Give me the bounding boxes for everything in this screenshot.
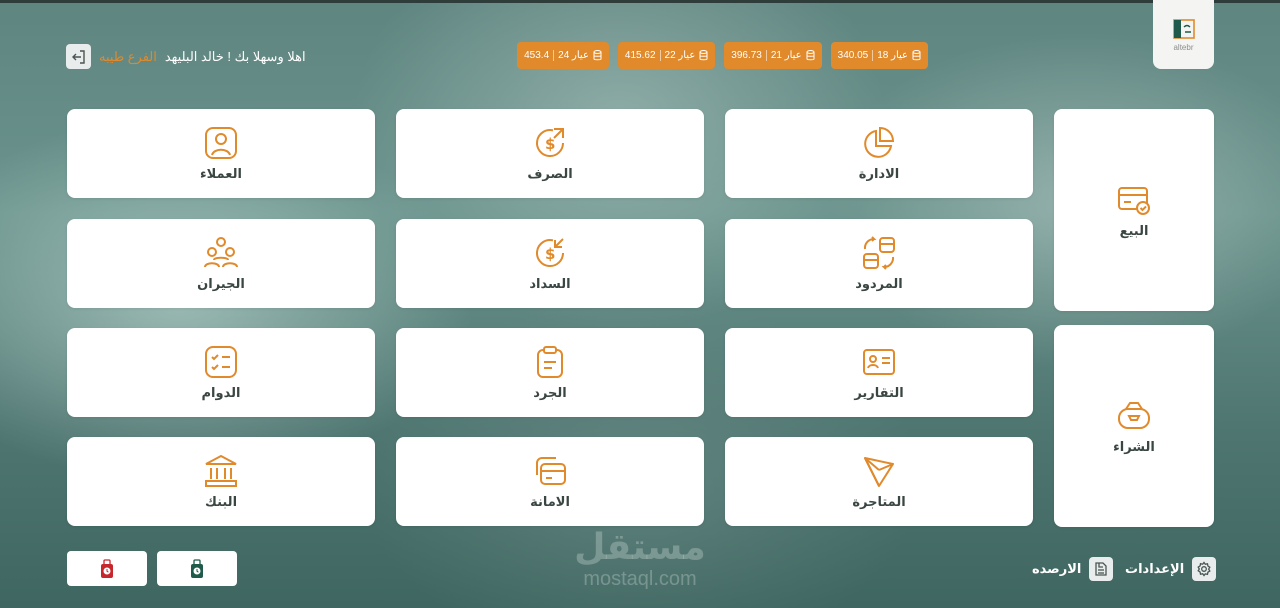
- tile-trading[interactable]: المتاجرة: [725, 437, 1033, 526]
- watermark-arabic: مستقل: [574, 527, 706, 568]
- price-badge-21: عيار 21 396.73: [724, 42, 822, 69]
- tile-inventory[interactable]: الجرد: [396, 328, 704, 417]
- bank-building-icon: [205, 454, 237, 487]
- tile-sale[interactable]: البيع: [1054, 109, 1214, 311]
- watermark-latin: mostaql.com: [583, 568, 697, 590]
- price-value: 415.62: [624, 50, 656, 61]
- tile-attendance[interactable]: الدوام: [67, 328, 375, 417]
- tile-label: الادارة: [858, 167, 900, 182]
- tile-label: البنك: [204, 495, 238, 510]
- balances-label: الارصده: [1032, 561, 1082, 577]
- price-label: عيار 18: [877, 50, 908, 61]
- tile-label: الشراء: [1113, 439, 1155, 455]
- checklist-icon: [205, 346, 237, 378]
- document-stack-icon: [1095, 562, 1108, 576]
- logo[interactable]: altebr: [1153, 0, 1214, 69]
- id-card-icon: [863, 349, 895, 375]
- tile-label: المتاجرة: [852, 495, 906, 510]
- tile-label: العملاء: [200, 167, 242, 182]
- tile-label: الجيران: [197, 277, 245, 292]
- price-badge-24: عيار 24 453.4: [517, 42, 609, 69]
- tile-label: البيع: [1119, 223, 1149, 239]
- coin-stack-icon: [912, 50, 921, 61]
- tile-returns[interactable]: المردود: [725, 219, 1033, 308]
- price-label: عيار 24: [558, 50, 589, 61]
- tile-label: الدوام: [201, 386, 241, 401]
- clipboard-icon: [537, 346, 563, 378]
- balances-link[interactable]: الارصده: [1032, 557, 1114, 581]
- top-border: [0, 0, 1280, 3]
- tile-management[interactable]: الادارة: [725, 109, 1033, 198]
- wallet-cards-icon: [536, 457, 566, 485]
- money-in-icon: $: [536, 238, 565, 268]
- tile-label: الجرد: [533, 386, 567, 401]
- user-profile-icon: [205, 127, 237, 159]
- check-out-button[interactable]: [67, 551, 147, 586]
- price-value: 396.73: [731, 50, 762, 61]
- svg-text:$: $: [545, 135, 555, 153]
- watermark: مستقل mostaql.com: [560, 527, 720, 591]
- svg-text:$: $: [545, 245, 555, 263]
- logo-text: altebr: [1173, 43, 1194, 52]
- price-label: عيار 22: [664, 50, 696, 61]
- tile-label: التقارير: [854, 386, 904, 401]
- logout-button[interactable]: [66, 44, 91, 69]
- group-people-icon: [204, 237, 238, 268]
- tile-reports[interactable]: التقارير: [725, 328, 1033, 417]
- gear-icon: [1197, 561, 1211, 577]
- branch-name: الفرع طيبه: [99, 48, 157, 64]
- pie-chart-icon: [864, 126, 895, 158]
- coin-stack-icon: [593, 50, 602, 61]
- returns-cards-icon: [863, 236, 895, 270]
- tile-label: الامانة: [530, 495, 570, 510]
- card-check-icon: [1118, 186, 1150, 215]
- settings-link[interactable]: الإعدادات: [1125, 557, 1217, 581]
- welcome-text: اهلا وسهلا بك ! خالد البليهد: [164, 48, 306, 64]
- balances-icon-box: [1089, 557, 1114, 581]
- clock-in-icon: [191, 558, 203, 578]
- clock-out-icon: [101, 558, 113, 578]
- tron-triangle-icon: [864, 457, 894, 487]
- gold-bar-logo-icon: [1172, 19, 1195, 39]
- tile-payment[interactable]: $ السداد: [396, 219, 704, 308]
- settings-label: الإعدادات: [1125, 561, 1185, 577]
- coin-stack-icon: [806, 50, 815, 61]
- purchase-box-icon: [1118, 401, 1150, 429]
- divider: [872, 50, 874, 61]
- divider: [765, 50, 767, 61]
- tile-label: الصرف: [527, 167, 573, 182]
- price-badge-22: عيار 22 415.62: [617, 42, 716, 69]
- tile-deposit[interactable]: الامانة: [396, 437, 704, 526]
- logout-icon: [71, 49, 85, 64]
- check-in-button[interactable]: [157, 551, 237, 586]
- tile-label: السداد: [529, 277, 571, 292]
- divider: [553, 50, 555, 61]
- settings-icon-box: [1192, 557, 1217, 581]
- divider: [659, 50, 661, 61]
- tile-customers[interactable]: العملاء: [67, 109, 375, 198]
- user-greeting: الفرع طيبه اهلا وسهلا بك ! خالد البليهد: [66, 44, 306, 69]
- tile-label: المردود: [855, 277, 903, 292]
- tile-purchase[interactable]: الشراء: [1054, 325, 1214, 527]
- coin-stack-icon: [699, 50, 708, 61]
- tile-bank[interactable]: البنك: [67, 437, 375, 526]
- price-label: عيار 21: [770, 50, 802, 61]
- money-out-icon: $: [536, 128, 565, 158]
- price-value: 453.4: [524, 50, 550, 61]
- tile-neighbors[interactable]: الجيران: [67, 219, 375, 308]
- gold-price-list: عيار 18 340.05 عيار 21 396.73 عيار 22 41…: [517, 42, 928, 69]
- price-value: 340.05: [837, 50, 869, 61]
- tile-exchange[interactable]: $ الصرف: [396, 109, 704, 198]
- price-badge-18: عيار 18 340.05: [830, 42, 928, 69]
